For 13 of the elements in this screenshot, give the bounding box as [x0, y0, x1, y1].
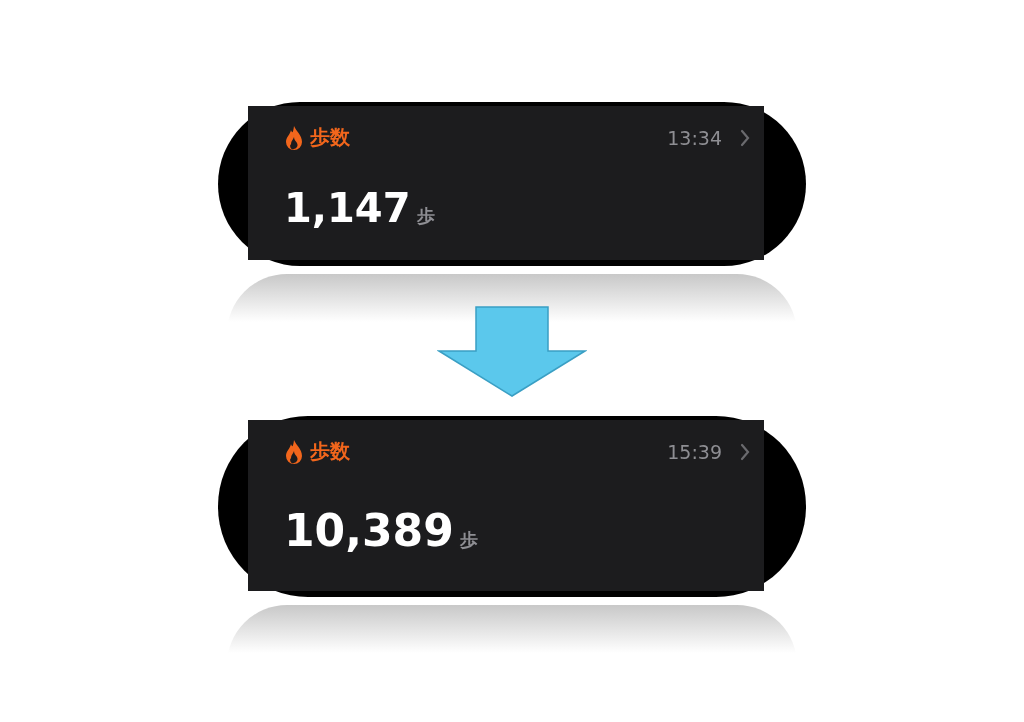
- time-label: 15:39: [667, 440, 722, 463]
- card-title: 歩数: [310, 124, 350, 151]
- unit-label: 歩: [459, 528, 478, 552]
- flame-icon: [284, 124, 304, 151]
- flame-icon: [284, 438, 304, 465]
- chevron-icon[interactable]: [740, 442, 750, 461]
- step-count: 1,147: [284, 185, 411, 231]
- card-title: 歩数: [310, 438, 350, 465]
- unit-label: 歩: [416, 204, 435, 228]
- down-arrow-icon: [437, 306, 587, 398]
- chevron-icon[interactable]: [740, 128, 750, 147]
- time-label: 13:34: [667, 126, 722, 149]
- step-count: 10,389: [284, 505, 454, 556]
